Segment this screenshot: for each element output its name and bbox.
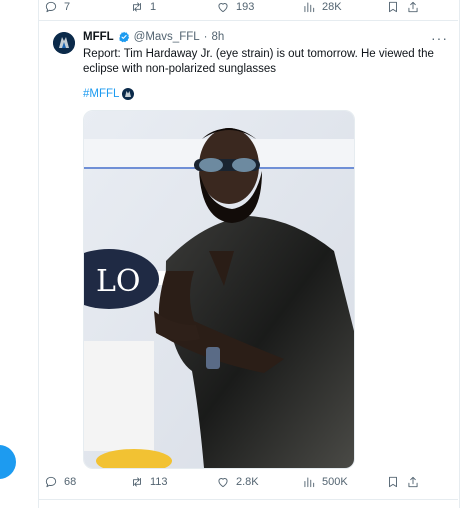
views-icon [304, 2, 315, 13]
more-options-button[interactable]: ··· [431, 30, 448, 46]
reply-button[interactable]: 7 [44, 0, 130, 14]
view-count: 500K [322, 476, 348, 488]
like-icon [218, 478, 228, 488]
view-count: 28K [322, 1, 342, 13]
like-count: 193 [236, 1, 255, 13]
retweet-icon [133, 2, 141, 12]
retweet-count: 1 [150, 1, 157, 13]
tweet-divider [38, 20, 458, 21]
tweet-divider [38, 499, 458, 500]
like-button[interactable]: 193 [216, 0, 302, 14]
share-button[interactable] [406, 0, 424, 14]
author-name[interactable]: MFFL [83, 31, 114, 43]
player-photo-image: LO [84, 111, 354, 468]
bookmark-button[interactable] [386, 0, 406, 14]
reply-icon [45, 1, 57, 13]
tweet-photo[interactable]: LO [83, 110, 355, 469]
reply-button[interactable]: 68 [44, 475, 130, 489]
like-icon [218, 3, 228, 13]
header-separator: · [203, 31, 208, 43]
mavs-logo-icon [53, 32, 75, 54]
bookmark-icon [389, 1, 397, 13]
retweet-icon [133, 477, 141, 487]
views-button[interactable]: 28K [302, 0, 386, 14]
bookmark-icon [389, 476, 397, 488]
hashtag-link[interactable]: #MFFL [83, 88, 135, 100]
retweet-button[interactable]: 113 [130, 475, 216, 489]
retweet-count: 113 [150, 476, 168, 488]
banner-letters: LO [96, 264, 141, 299]
hashtag-text: #MFFL [83, 88, 120, 100]
previous-tweet-action-bar: 7 1 193 28K [44, 0, 424, 14]
share-icon [408, 476, 418, 488]
reply-count: 7 [64, 1, 71, 13]
retweet-button[interactable]: 1 [130, 0, 216, 14]
avatar[interactable] [53, 32, 75, 54]
share-icon [408, 1, 418, 13]
verified-badge-icon [119, 31, 129, 43]
author-handle[interactable]: @Mavs_FFL [134, 31, 200, 43]
mavs-hashflag-icon [122, 88, 135, 100]
views-button[interactable]: 500K [302, 475, 386, 489]
views-icon [304, 477, 315, 488]
share-button[interactable] [406, 475, 424, 489]
tweet-header: MFFL @Mavs_FFL · 8h [83, 31, 224, 43]
tweet-action-bar: 68 113 2.8K 500K [44, 475, 424, 489]
tweet-timestamp[interactable]: 8h [212, 31, 225, 43]
like-count: 2.8K [236, 476, 259, 488]
tweet-text: Report: Tim Hardaway Jr. (eye strain) is… [83, 48, 434, 75]
reply-count: 68 [64, 476, 77, 488]
reply-icon [45, 476, 57, 488]
like-button[interactable]: 2.8K [216, 475, 302, 489]
compose-tweet-button[interactable] [0, 445, 16, 479]
bookmark-button[interactable] [386, 475, 406, 489]
